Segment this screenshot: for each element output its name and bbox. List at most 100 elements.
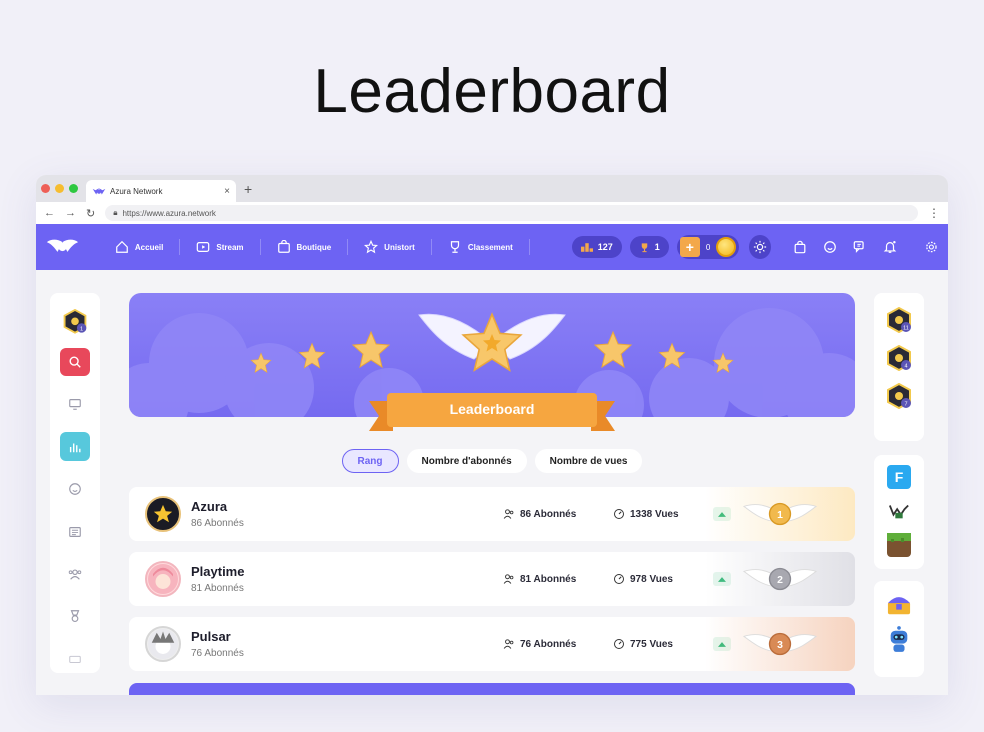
browser-window: Azura Network × + ← → ↻ 🔒︎ https://www.a… (36, 175, 948, 695)
gauge-icon (614, 639, 624, 649)
leaderboard-banner: Leaderboard (129, 293, 855, 431)
level-badge-icon[interactable]: 4 (886, 345, 912, 371)
ticket-icon (69, 655, 81, 663)
winged-medal-icon: 3 (742, 632, 818, 656)
browser-tab[interactable]: Azura Network × (86, 180, 236, 202)
shopping-bag-icon[interactable] (793, 240, 807, 254)
gta-icon[interactable] (887, 499, 911, 523)
avatar (145, 626, 181, 662)
right-sidebar-levels: 11 4 7 (874, 293, 924, 441)
leaderboard-row[interactable]: Playtime 81 Abonnés 81 Abonnés 978 Vues … (129, 552, 855, 606)
sidebar-item-emoji[interactable] (60, 475, 90, 503)
bell-icon[interactable] (883, 240, 897, 254)
tab-abonnes[interactable]: Nombre d'abonnés (406, 449, 527, 473)
maximize-window-dot[interactable] (69, 184, 78, 193)
trophy-icon (450, 241, 459, 253)
leaderboard-row[interactable]: Pulsar 76 Abonnés 76 Abonnés 775 Vues 3 (129, 617, 855, 671)
level-badge-icon[interactable]: 11 (886, 307, 912, 333)
nav-item-stream[interactable]: Stream (180, 239, 261, 255)
sort-tabs: Rang Nombre d'abonnés Nombre de vues (129, 449, 855, 473)
nav-item-classement[interactable]: Classement (432, 239, 530, 255)
azura-logo-icon[interactable] (46, 236, 79, 258)
level-number: 11 (903, 325, 909, 331)
page-title: Leaderboard (313, 57, 671, 126)
close-tab-icon[interactable]: × (224, 186, 230, 197)
anime-avatar-icon (148, 564, 178, 594)
new-tab-icon[interactable]: + (244, 181, 252, 197)
user-subtitle: 81 Abonnés (191, 583, 244, 594)
nav-item-unistort[interactable]: Unistort (348, 239, 432, 255)
nav-item-boutique[interactable]: Boutique (261, 239, 349, 255)
nav-item-label: Accueil (134, 242, 164, 252)
sidebar-item-monitor[interactable] (60, 390, 90, 418)
current-user-row[interactable] (129, 683, 855, 695)
user-info: Azura 86 Abonnés (191, 499, 381, 529)
avatar (145, 561, 181, 597)
treasure-chest-icon[interactable] (887, 593, 911, 617)
theme-toggle-button[interactable] (749, 235, 772, 259)
users-icon (68, 569, 82, 580)
username: Playtime (191, 564, 245, 579)
views-stat: 1338 Vues (613, 508, 679, 520)
username: Pulsar (191, 629, 231, 644)
rank-number: 2 (777, 575, 783, 586)
sidebar-item-news[interactable] (60, 517, 90, 545)
followers-stat: 81 Abonnés (503, 573, 576, 585)
smiley-icon[interactable] (823, 240, 837, 254)
gauge-icon (614, 574, 624, 584)
top-navigation: Accueil Stream Boutique Unistort Classem… (36, 224, 948, 270)
followers-stat: 86 Abonnés (503, 508, 576, 520)
fortnite-icon[interactable]: F (887, 465, 911, 489)
banner-ribbon: Leaderboard (369, 391, 615, 435)
medal-icon (70, 610, 80, 623)
add-coins-button[interactable]: + (679, 237, 700, 257)
tab-vues[interactable]: Nombre de vues (534, 449, 643, 473)
rank-medal: 2 (705, 552, 855, 606)
nav-item-accueil[interactable]: Accueil (99, 239, 181, 255)
trophy-icon (641, 242, 648, 252)
sidebar-item-friends[interactable] (60, 560, 90, 588)
search-icon (69, 356, 81, 368)
tab-rang[interactable]: Rang (341, 449, 399, 473)
reload-icon[interactable]: ↻ (86, 207, 95, 220)
leaderboard-row[interactable]: Azura 86 Abonnés 86 Abonnés 1338 Vues 1 (129, 487, 855, 541)
trophy-pill[interactable]: 1 (629, 236, 669, 258)
users-icon (503, 509, 514, 519)
url-field[interactable]: 🔒︎ https://www.azura.network (105, 205, 918, 221)
minimize-window-dot[interactable] (55, 184, 64, 193)
close-window-dot[interactable] (41, 184, 50, 193)
lock-icon: 🔒︎ (113, 208, 118, 217)
minecraft-icon[interactable] (887, 533, 911, 557)
level-number: 4 (904, 363, 907, 369)
level-badge-icon[interactable]: 7 (886, 383, 912, 409)
views-count: 775 Vues (630, 638, 673, 650)
back-icon[interactable]: ← (44, 207, 55, 219)
views-count: 978 Vues (630, 573, 673, 585)
rank-medal: 1 (705, 487, 855, 541)
sidebar-item-more[interactable] (60, 645, 90, 673)
forward-icon[interactable]: → (65, 207, 76, 219)
robot-icon[interactable] (887, 626, 911, 652)
settings-icon[interactable] (925, 240, 938, 254)
newspaper-icon (69, 526, 81, 537)
right-sidebar-games: F (874, 455, 924, 569)
level-badge-icon[interactable]: 1 (62, 309, 88, 334)
username: Azura (191, 499, 228, 514)
winged-star-emblem (418, 312, 566, 372)
nav-item-label: Classement (467, 242, 513, 252)
sidebar-search-button[interactable] (60, 347, 90, 377)
sidebar-item-awards[interactable] (60, 602, 90, 630)
sidebar-item-leaderboard[interactable] (60, 432, 90, 461)
podium-icon (580, 242, 593, 252)
user-info: Pulsar 76 Abonnés (191, 629, 381, 659)
chat-icon[interactable] (853, 240, 867, 254)
bar-chart-icon (69, 443, 81, 452)
nav-item-label: Stream (216, 242, 244, 252)
browser-menu-icon[interactable]: ⋮ (928, 206, 940, 220)
views-count: 1338 Vues (630, 508, 679, 520)
followers-count: 86 Abonnés (520, 508, 577, 520)
left-sidebar: 1 (50, 293, 100, 673)
rank-pill[interactable]: 127 (571, 236, 622, 258)
azura-logo-icon (92, 188, 106, 195)
gauge-icon (614, 509, 624, 519)
